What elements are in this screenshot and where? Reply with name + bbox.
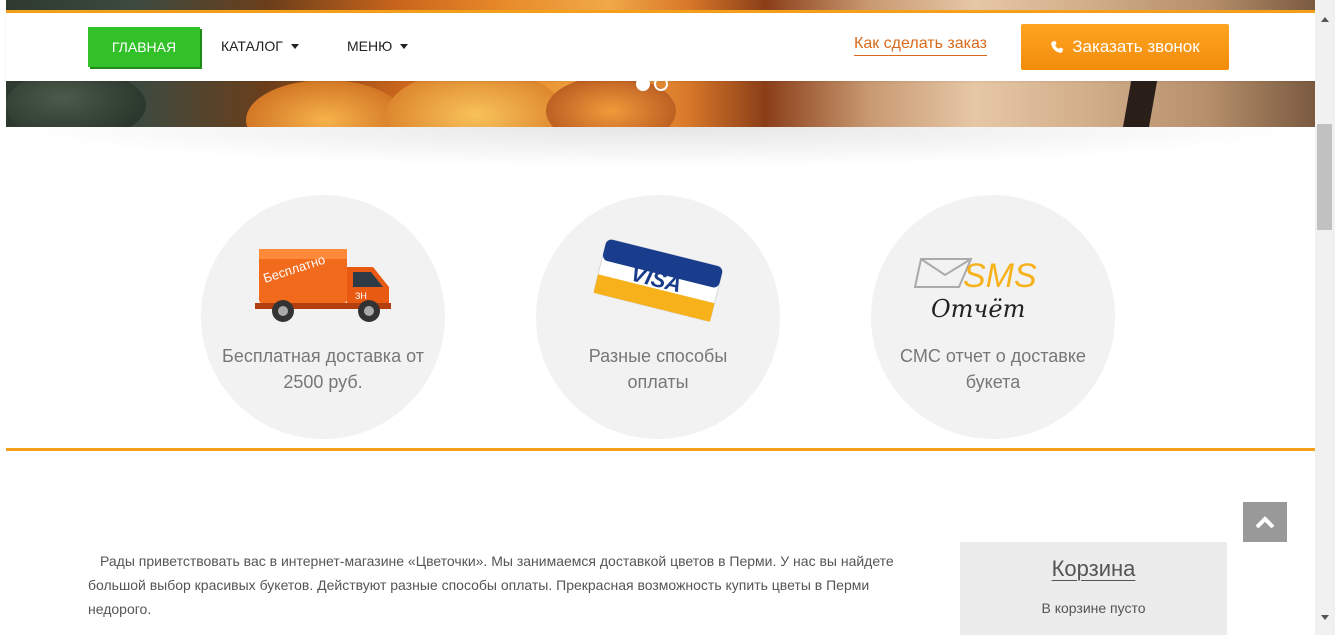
nav-menu-dropdown[interactable]: МЕНЮ (347, 38, 409, 54)
cart-widget: Корзина В корзине пусто (960, 542, 1227, 635)
scroll-to-top-button[interactable] (1243, 502, 1287, 542)
feature-free-delivery: Бесплатно ЗН Бесплатная доставка от 2500… (201, 195, 445, 439)
feature-delivery-text: Бесплатная доставка от 2500 руб. (222, 346, 424, 392)
scroll-down-arrow-icon[interactable] (1321, 615, 1329, 620)
caret-down-icon (290, 43, 299, 49)
feature-payment-methods: VISA Разные способы оплаты (536, 195, 780, 439)
truck-subtext: ЗН (355, 291, 367, 301)
scroll-up-arrow-icon[interactable] (1321, 17, 1329, 22)
slider-dots (636, 77, 668, 91)
chevron-up-icon (1255, 516, 1275, 529)
request-call-button[interactable]: Заказать звонок (1021, 24, 1229, 70)
feature-sms-text: СМС отчет о доставке букета (900, 346, 1086, 392)
feature-payment-text: Разные способы оплаты (588, 346, 728, 392)
feature-sms-report: SMS Отчёт СМС отчет о доставке букета (871, 195, 1115, 439)
nav-menu-label: МЕНЮ (347, 38, 393, 54)
main-navbar: ГЛАВНАЯ КАТАЛОГ МЕНЮ Как сделать заказ З… (6, 13, 1315, 81)
cart-title-link[interactable]: Корзина (960, 556, 1227, 582)
nav-catalog-label: КАТАЛОГ (221, 38, 283, 54)
hero-shadow (0, 127, 1315, 167)
delivery-truck-icon: Бесплатно ЗН (255, 249, 391, 322)
nav-home-button[interactable]: ГЛАВНАЯ (88, 27, 200, 67)
section-divider-line (6, 448, 1315, 451)
cart-empty-text: В корзине пусто (1041, 600, 1146, 616)
hero-bag-strap (1120, 80, 1158, 127)
caret-down-icon (400, 43, 409, 49)
scrollbar-thumb[interactable] (1317, 124, 1332, 230)
request-call-label: Заказать звонок (1072, 37, 1200, 56)
welcome-text: Рады приветствовать вас в интернет-магаз… (88, 553, 894, 617)
sms-text: SMS (963, 257, 1037, 295)
visa-card-icon: VISA (593, 239, 723, 322)
sms-report-icon: SMS Отчёт (913, 257, 1037, 323)
nav-catalog-dropdown[interactable]: КАТАЛОГ (221, 38, 299, 54)
how-to-order-link[interactable]: Как сделать заказ (854, 35, 987, 56)
hero-rose-petal (246, 80, 406, 127)
slider-dot-2[interactable] (654, 77, 668, 91)
phone-icon (1051, 40, 1064, 53)
report-text: Отчёт (931, 295, 1025, 323)
page-scrollbar[interactable] (1315, 0, 1335, 635)
slider-dot-1[interactable] (636, 77, 650, 91)
